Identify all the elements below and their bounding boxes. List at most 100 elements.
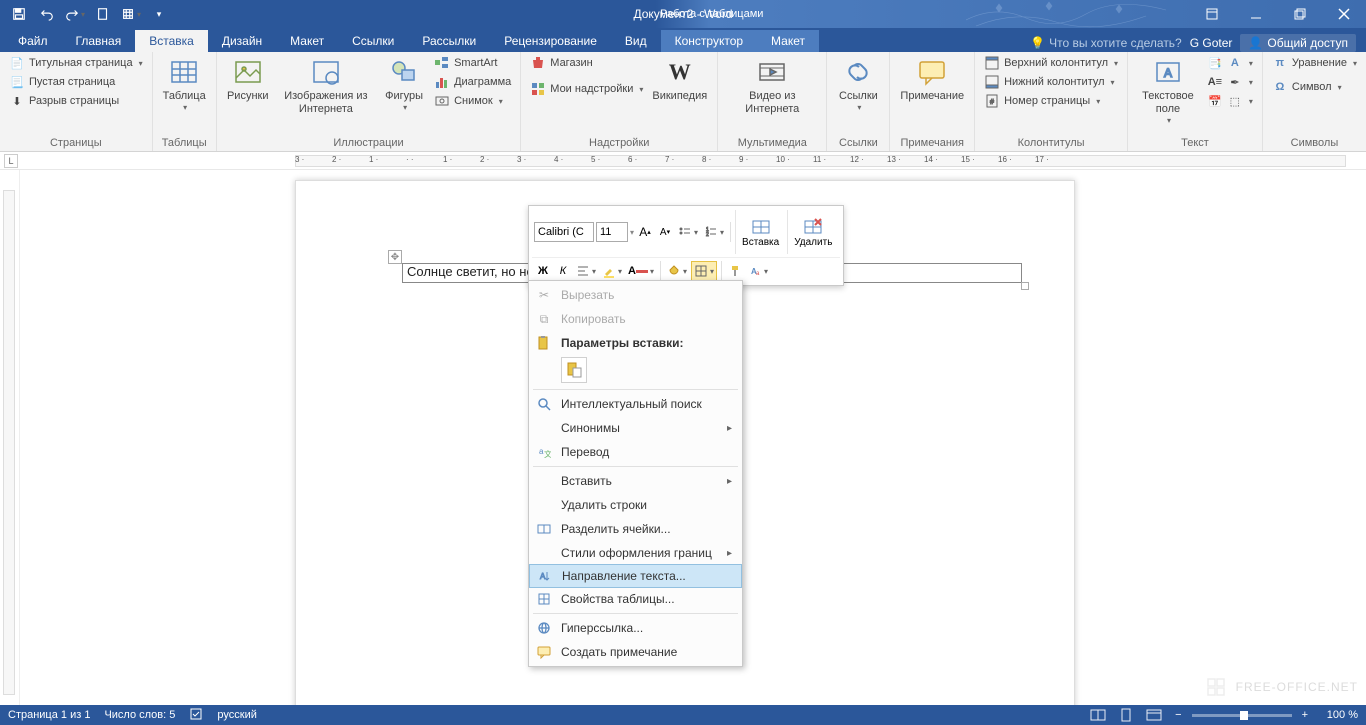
ctx-insert[interactable]: Вставить — [529, 469, 742, 493]
tab-review[interactable]: Рецензирование — [490, 30, 611, 52]
group-headerfooter: Верхний колонтитул Нижний колонтитул #Но… — [975, 52, 1128, 151]
status-language[interactable]: русский — [217, 709, 256, 721]
chart-button[interactable]: Диаграмма — [431, 73, 514, 91]
mini-font-select[interactable]: Calibri (С — [534, 222, 594, 242]
ctx-copy[interactable]: ⧉Копировать — [529, 307, 742, 331]
redo-icon[interactable] — [62, 1, 88, 27]
italic-icon[interactable]: К — [554, 261, 572, 281]
ctx-hyperlink[interactable]: Гиперссылка... — [529, 616, 742, 640]
status-page[interactable]: Страница 1 из 1 — [8, 709, 90, 721]
cover-page-button[interactable]: 📄Титульная страница — [6, 54, 146, 72]
web-layout-icon[interactable] — [1143, 706, 1165, 724]
mini-insert-button[interactable]: Вставка — [735, 210, 785, 254]
ctx-delete-rows[interactable]: Удалить строки — [529, 493, 742, 517]
online-pictures-button[interactable]: Изображения из Интернета — [275, 54, 377, 118]
vertical-ruler[interactable] — [0, 170, 20, 705]
styles-icon[interactable]: Aa — [746, 261, 770, 281]
ctx-cut[interactable]: ✂Вырезать — [529, 283, 742, 307]
zoom-level[interactable]: 100 % — [1318, 709, 1358, 721]
tell-me-search[interactable]: 💡 Что вы хотите сделать? — [1030, 36, 1182, 50]
horizontal-ruler[interactable]: L 3 · 2 · 1 · · · 1 · 2 · 3 · 4 · 5 · 6 … — [0, 152, 1366, 170]
tab-design[interactable]: Дизайн — [208, 30, 276, 52]
mini-delete-button[interactable]: Удалить — [787, 210, 838, 254]
print-layout-icon[interactable] — [1115, 706, 1137, 724]
page-number-button[interactable]: #Номер страницы — [981, 92, 1121, 110]
zoom-slider[interactable] — [1192, 714, 1292, 717]
smartart-button[interactable]: SmartArt — [431, 54, 514, 72]
undo-icon[interactable] — [34, 1, 60, 27]
highlight-icon[interactable] — [600, 261, 624, 281]
tab-view[interactable]: Вид — [611, 30, 661, 52]
grow-font-icon[interactable]: A▴ — [636, 222, 654, 242]
quick-parts-button[interactable]: 📑A — [1204, 54, 1256, 72]
numbering-icon[interactable]: 12 — [702, 222, 726, 242]
online-video-button[interactable]: Видео из Интернета — [724, 54, 820, 118]
table-resize-handle[interactable] — [1021, 282, 1029, 290]
borders-icon[interactable] — [691, 261, 717, 281]
ctx-text-direction[interactable]: AНаправление текста... — [529, 564, 742, 588]
object-button[interactable]: 📅⬚ — [1204, 92, 1256, 110]
store-button[interactable]: Магазин — [527, 54, 646, 72]
paste-keep-source-button[interactable] — [561, 357, 587, 383]
shrink-font-icon[interactable]: A▾ — [656, 222, 674, 242]
tab-home[interactable]: Главная — [62, 30, 136, 52]
share-button[interactable]: 👤 Общий доступ — [1240, 34, 1356, 52]
tab-file[interactable]: Файл — [4, 30, 62, 52]
font-color-icon[interactable]: A — [626, 261, 656, 281]
save-icon[interactable] — [6, 1, 32, 27]
format-painter-icon[interactable] — [726, 261, 744, 281]
ctx-synonyms[interactable]: Синонимы — [529, 416, 742, 440]
ctx-table-properties[interactable]: Свойства таблицы... — [529, 587, 742, 611]
pictures-button[interactable]: Рисунки — [223, 54, 273, 105]
ctx-new-comment[interactable]: Создать примечание — [529, 640, 742, 664]
zoom-out-button[interactable]: − — [1171, 709, 1185, 721]
header-button[interactable]: Верхний колонтитул — [981, 54, 1121, 72]
user-name[interactable]: G Goter — [1190, 36, 1233, 50]
maximize-icon[interactable] — [1278, 0, 1322, 28]
ctx-smart-lookup[interactable]: Интеллектуальный поиск — [529, 392, 742, 416]
qat-customize-icon[interactable]: ▾ — [146, 1, 172, 27]
bullets-icon[interactable] — [676, 222, 700, 242]
shapes-button[interactable]: Фигуры — [379, 54, 429, 115]
tab-references[interactable]: Ссылки — [338, 30, 408, 52]
footer-button[interactable]: Нижний колонтитул — [981, 73, 1121, 91]
tab-table-design[interactable]: Конструктор — [661, 30, 757, 52]
tab-insert[interactable]: Вставка — [135, 30, 208, 52]
close-icon[interactable] — [1322, 0, 1366, 28]
tab-table-layout[interactable]: Макет — [757, 30, 819, 52]
zoom-in-button[interactable]: + — [1298, 709, 1312, 721]
tab-layout[interactable]: Макет — [276, 30, 338, 52]
dropcap-button[interactable]: A≡✒ — [1204, 73, 1256, 91]
read-mode-icon[interactable] — [1087, 706, 1109, 724]
comment-button[interactable]: Примечание — [896, 54, 968, 105]
new-doc-icon[interactable] — [90, 1, 116, 27]
minimize-icon[interactable] — [1234, 0, 1278, 28]
shading-icon[interactable] — [665, 261, 689, 281]
my-addins-button[interactable]: Мои надстройки — [527, 80, 646, 98]
page-break-button[interactable]: ⬇Разрыв страницы — [6, 92, 146, 110]
blank-page-button[interactable]: 📃Пустая страница — [6, 73, 146, 91]
ctx-border-styles[interactable]: Стили оформления границ — [529, 541, 742, 565]
spellcheck-icon[interactable] — [189, 707, 203, 724]
align-icon[interactable] — [574, 261, 598, 281]
wikipedia-button[interactable]: WВикипедия — [648, 54, 711, 105]
mini-size-select[interactable]: 11 — [596, 222, 628, 242]
tab-mailings[interactable]: Рассылки — [408, 30, 490, 52]
touch-mode-icon[interactable] — [118, 1, 144, 27]
table-button[interactable]: Таблица — [159, 54, 210, 115]
ctx-split-cells[interactable]: Разделить ячейки... — [529, 517, 742, 541]
textbox-button[interactable]: AТекстовое поле — [1134, 54, 1202, 128]
ctx-translate[interactable]: a文Перевод — [529, 440, 742, 464]
copy-icon: ⧉ — [535, 310, 553, 328]
group-symbols: πУравнение ΩСимвол Символы — [1263, 52, 1366, 151]
ribbon-options-icon[interactable] — [1190, 0, 1234, 28]
tab-selector[interactable]: L — [4, 154, 18, 168]
table-move-handle[interactable]: ✥ — [388, 250, 402, 264]
symbol-button[interactable]: ΩСимвол — [1269, 78, 1360, 96]
equation-button[interactable]: πУравнение — [1269, 54, 1360, 72]
group-text-label: Текст — [1134, 135, 1256, 151]
status-words[interactable]: Число слов: 5 — [104, 709, 175, 721]
links-button[interactable]: Ссылки — [833, 54, 883, 115]
screenshot-button[interactable]: Снимок — [431, 92, 514, 110]
bold-icon[interactable]: Ж — [534, 261, 552, 281]
